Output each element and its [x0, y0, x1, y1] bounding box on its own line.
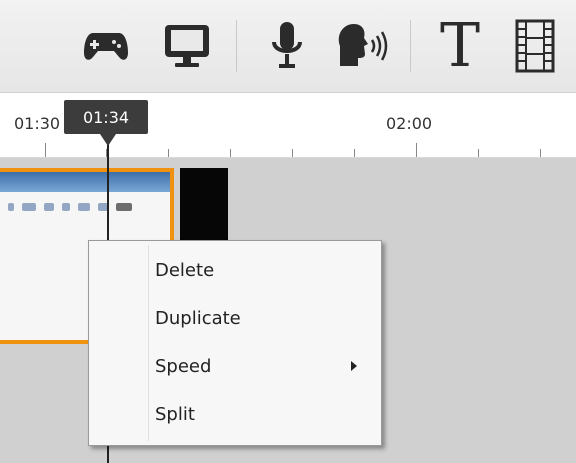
ruler-tick — [478, 149, 479, 157]
menu-item-split[interactable]: Split — [91, 392, 379, 436]
film-strip-icon[interactable] — [510, 14, 560, 78]
gamepad-icon[interactable] — [80, 14, 132, 78]
microphone-icon[interactable] — [264, 14, 310, 78]
playhead-time[interactable]: 01:34 — [64, 100, 148, 134]
playhead-marker[interactable] — [100, 134, 116, 146]
menu-item-label: Duplicate — [155, 307, 241, 329]
toolbar-separator — [410, 20, 411, 72]
ruler-tick — [168, 149, 169, 157]
clip-thumbnail-content — [8, 200, 132, 214]
voice-narration-icon[interactable] — [332, 14, 394, 78]
menu-item-speed[interactable]: Speed — [91, 344, 379, 388]
ruler-tick-major — [416, 143, 417, 157]
ruler-tick — [354, 149, 355, 157]
context-menu: Delete Duplicate Speed Split — [88, 240, 382, 446]
ruler-tick — [540, 149, 541, 157]
menu-item-label: Delete — [155, 259, 215, 281]
toolbar-separator — [236, 20, 237, 72]
ruler-tick — [292, 149, 293, 157]
text-icon[interactable]: T — [432, 14, 488, 78]
ruler-tick-major — [45, 143, 46, 157]
submenu-arrow-icon — [351, 361, 357, 371]
menu-item-duplicate[interactable]: Duplicate — [91, 296, 379, 340]
monitor-icon[interactable] — [157, 14, 217, 78]
menu-item-label: Speed — [155, 355, 212, 377]
clip-thumbnail-titlebar — [0, 172, 170, 192]
ruler-tick — [230, 149, 231, 157]
menu-item-delete[interactable]: Delete — [91, 248, 379, 292]
menu-item-label: Split — [155, 403, 195, 425]
toolbar: T — [0, 0, 576, 93]
ruler-label: 02:00 — [386, 114, 433, 133]
ruler-label: 01:30 — [14, 114, 61, 133]
